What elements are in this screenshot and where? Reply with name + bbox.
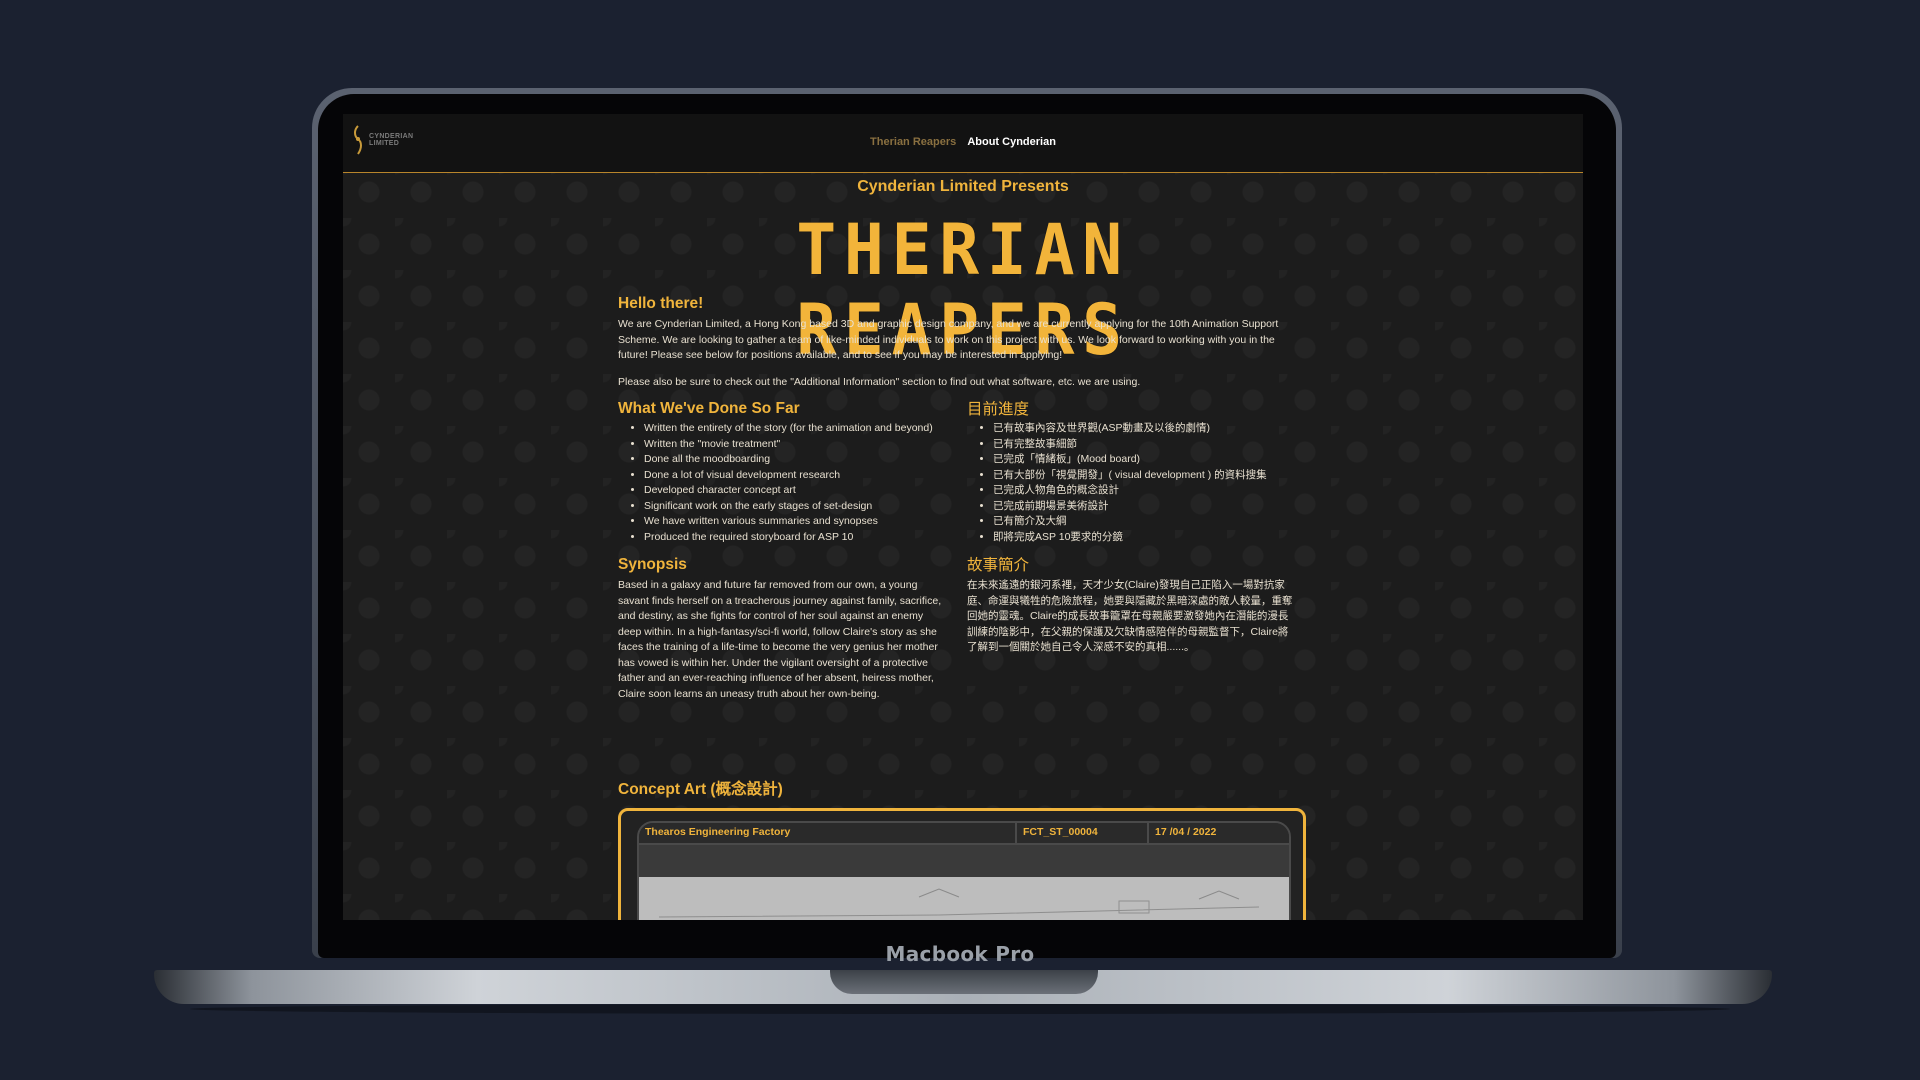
site-navbar: CYNDERIAN LIMITED Therian Reapers About … — [343, 114, 1583, 173]
progress-heading-en: What We've Done So Far — [618, 400, 800, 417]
synopsis-text-en: Based in a galaxy and future far removed… — [618, 579, 942, 700]
synopsis-text-zh: 在未來遙遠的銀河系裡，天才少女(Claire)發現自己正陷入一場對抗家庭、命運與… — [967, 579, 1293, 653]
hero-title-line1: THERIAN — [796, 209, 1130, 291]
concept-art-image — [639, 877, 1289, 920]
laptop-screen: CYNDERIAN LIMITED Therian Reapers About … — [343, 114, 1583, 920]
hero-presents: Cynderian Limited Presents — [857, 178, 1069, 195]
concept-art-sheet: Thearos Engineering Factory FCT_ST_00004… — [637, 821, 1291, 920]
progress-section: What We've Done So Far Written the entir… — [618, 399, 1298, 545]
list-item: 即將完成ASP 10要求的分鏡 — [993, 530, 1298, 546]
concept-sketch-lines — [658, 888, 1260, 918]
nav-links: Therian Reapers About Cynderian — [343, 136, 1583, 148]
concept-sheet-band — [639, 845, 1289, 877]
list-item: Done a lot of visual development researc… — [644, 468, 949, 484]
list-item: 已有故事內容及世界觀(ASP動畫及以後的劇情) — [993, 421, 1298, 437]
concept-sheet-header: Thearos Engineering Factory FCT_ST_00004… — [639, 823, 1289, 845]
intro-heading: Hello there! — [618, 295, 704, 312]
concept-sheet-date: 17 /04 / 2022 — [1155, 826, 1217, 838]
list-item: Developed character concept art — [644, 483, 949, 499]
concept-sheet-title: Thearos Engineering Factory — [639, 823, 1017, 843]
list-item: We have written various summaries and sy… — [644, 514, 949, 530]
list-item: Done all the moodboarding — [644, 452, 949, 468]
progress-list-en: Written the entirety of the story (for t… — [618, 421, 949, 545]
progress-list-zh: 已有故事內容及世界觀(ASP動畫及以後的劇情) 已有完整故事細節 已完成「情緒板… — [967, 421, 1298, 545]
concept-art-heading: Concept Art (概念設計) — [618, 781, 783, 798]
list-item: 已有大部份「視覺開發」( visual development ) 的資料搜集 — [993, 468, 1298, 484]
list-item: 已完成人物角色的概念設計 — [993, 483, 1298, 499]
synopsis-section: Synopsis Based in a galaxy and future fa… — [618, 555, 1298, 702]
synopsis-column-zh: 故事簡介 在未來遙遠的銀河系裡，天才少女(Claire)發現自己正陷入一場對抗家… — [967, 555, 1298, 702]
progress-column-en: What We've Done So Far Written the entir… — [618, 399, 949, 545]
list-item: 已有簡介及大綱 — [993, 514, 1298, 530]
nav-link-about-cynderian[interactable]: About Cynderian — [967, 136, 1056, 148]
synopsis-column-en: Synopsis Based in a galaxy and future fa… — [618, 555, 949, 702]
laptop-notch — [830, 970, 1098, 994]
progress-column-zh: 目前進度 已有故事內容及世界觀(ASP動畫及以後的劇情) 已有完整故事細節 已完… — [967, 399, 1298, 545]
synopsis-heading-zh: 故事簡介 — [967, 556, 1030, 574]
synopsis-heading-en: Synopsis — [618, 556, 687, 573]
intro-section: Hello there! We are Cynderian Limited, a… — [618, 294, 1298, 390]
list-item: Produced the required storyboard for ASP… — [644, 530, 949, 546]
list-item: Written the entirety of the story (for t… — [644, 421, 949, 437]
progress-heading-zh: 目前進度 — [967, 400, 1030, 418]
concept-art-frame[interactable]: Thearos Engineering Factory FCT_ST_00004… — [618, 808, 1306, 920]
nav-link-therian-reapers[interactable]: Therian Reapers — [870, 136, 956, 148]
laptop-model-label: Macbook Pro — [885, 942, 1035, 966]
intro-note: Please also be sure to check out the "Ad… — [618, 375, 1141, 388]
intro-paragraph: We are Cynderian Limited, a Hong Kong ba… — [618, 318, 1279, 361]
list-item: 已完成「情緒板」(Mood board) — [993, 452, 1298, 468]
concept-sheet-code: FCT_ST_00004 — [1017, 823, 1149, 843]
list-item: 已有完整故事細節 — [993, 437, 1298, 453]
list-item: 已完成前期場景美術設計 — [993, 499, 1298, 515]
list-item: Significant work on the early stages of … — [644, 499, 949, 515]
list-item: Written the "movie treatment" — [644, 437, 949, 453]
main-content: Hello there! We are Cynderian Limited, a… — [618, 294, 1298, 702]
laptop-shadow — [190, 1004, 1730, 1014]
desktop-background: CYNDERIAN LIMITED Therian Reapers About … — [0, 0, 1920, 1080]
